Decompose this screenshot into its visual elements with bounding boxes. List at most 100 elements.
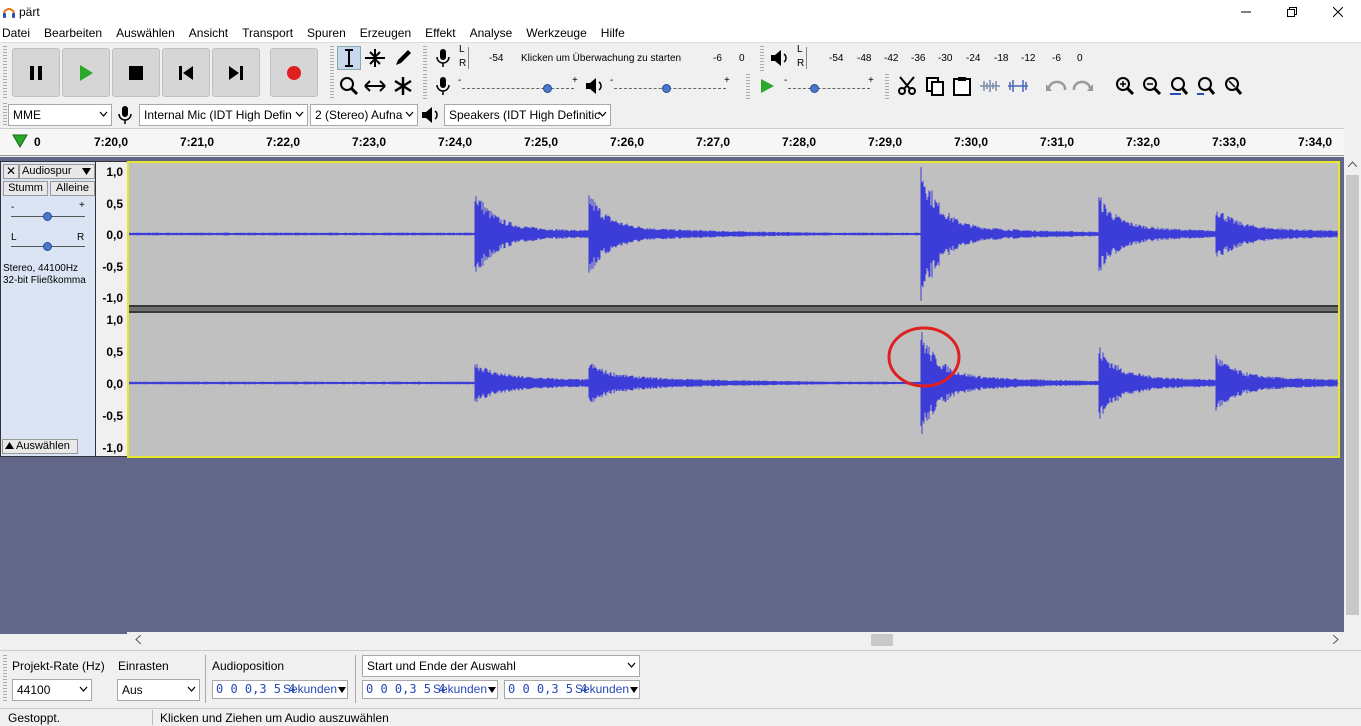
- copy-button[interactable]: [923, 74, 947, 98]
- minimize-button[interactable]: [1223, 0, 1269, 24]
- play-meter-tick: -54: [829, 53, 844, 64]
- menu-spuren[interactable]: Spuren: [305, 24, 353, 42]
- redo-button[interactable]: [1071, 74, 1095, 98]
- scroll-right-icon[interactable]: [1333, 635, 1339, 644]
- record-meter-button[interactable]: [431, 46, 455, 70]
- solo-button[interactable]: Alleine: [50, 181, 95, 196]
- input-channels-value: 2 (Stereo) Aufna: [315, 108, 403, 122]
- chevron-down-icon: [99, 111, 108, 117]
- undo-button[interactable]: [1044, 74, 1068, 98]
- fit-selection-button[interactable]: [1167, 74, 1191, 98]
- scroll-left-icon[interactable]: [135, 635, 141, 644]
- project-rate-select[interactable]: 44100: [12, 679, 92, 701]
- menu-transport[interactable]: Transport: [240, 24, 300, 42]
- horizontal-scrollbar[interactable]: [127, 632, 1344, 648]
- skip-end-button[interactable]: [212, 48, 260, 97]
- selection-end-field[interactable]: 0 0 0,3 5 4 Sekunden: [504, 680, 640, 699]
- dropdown-triangle-icon[interactable]: [630, 687, 638, 693]
- pan-slider[interactable]: L R: [9, 232, 89, 251]
- audio-host-value: MME: [13, 108, 41, 122]
- trim-button[interactable]: [978, 74, 1002, 98]
- zoom-toggle-button[interactable]: [1221, 74, 1245, 98]
- toolbar-grip[interactable]: [760, 46, 764, 72]
- track-close-button[interactable]: ✕: [3, 164, 19, 179]
- toolbar-grip[interactable]: [3, 103, 7, 127]
- dropdown-triangle-icon[interactable]: [488, 687, 496, 693]
- play-meter-tick: -30: [938, 53, 953, 64]
- menu-werkzeuge[interactable]: Werkzeuge: [524, 24, 593, 42]
- selection-mode-select[interactable]: Start und Ende der Auswahl: [362, 655, 640, 677]
- close-button[interactable]: [1315, 0, 1361, 24]
- ruler-tick-label: 7:20,0: [93, 135, 129, 149]
- timeline-ruler[interactable]: 0 7:20,0 7:21,0 7:22,0 7:23,0 7:24,0 7:25,0 7:…: [0, 128, 1344, 156]
- vruler-label: -0,5: [102, 409, 123, 423]
- play-meter-tick: -18: [994, 53, 1009, 64]
- zoom-in-button[interactable]: [1113, 74, 1137, 98]
- horizontal-scroll-thumb[interactable]: [871, 634, 893, 646]
- vertical-scrollbar[interactable]: [1344, 157, 1361, 634]
- multi-tool-button[interactable]: [391, 74, 415, 98]
- play-meter-button[interactable]: [768, 46, 792, 70]
- toolbar-grip[interactable]: [3, 46, 7, 100]
- selection-tool-button[interactable]: [337, 46, 361, 70]
- zoom-fit-icon: [1197, 77, 1216, 95]
- fit-project-button[interactable]: [1194, 74, 1218, 98]
- toolbar-grip[interactable]: [746, 74, 750, 100]
- output-device-select[interactable]: Speakers (IDT High Definitic: [444, 104, 611, 126]
- toolbar-grip[interactable]: [885, 74, 889, 100]
- record-button[interactable]: [270, 48, 318, 97]
- audio-position-field[interactable]: 0 0 0,3 5 4 Sekunden: [212, 680, 348, 699]
- cut-button[interactable]: [895, 74, 919, 98]
- vertical-scroll-thumb[interactable]: [1346, 175, 1359, 615]
- stop-icon: [129, 65, 143, 80]
- menu-ansicht[interactable]: Ansicht: [187, 24, 235, 42]
- input-volume-slider[interactable]: - +: [458, 75, 578, 97]
- waveform-area[interactable]: [127, 161, 1340, 458]
- play-button[interactable]: [62, 48, 110, 97]
- zoom-tool-button[interactable]: [337, 74, 361, 98]
- play-at-speed-button[interactable]: [755, 74, 779, 98]
- track-menu-button[interactable]: Audiospur: [19, 164, 95, 179]
- paste-button[interactable]: [950, 74, 974, 98]
- input-channels-select[interactable]: 2 (Stereo) Aufna: [310, 104, 418, 126]
- scroll-up-icon[interactable]: [1348, 161, 1357, 167]
- audio-host-select[interactable]: MME: [8, 104, 112, 126]
- ruler-tick-label: 7:21,0: [179, 135, 215, 149]
- silence-button[interactable]: [1006, 74, 1030, 98]
- select-track-button[interactable]: Auswählen: [2, 439, 78, 454]
- draw-tool-button[interactable]: [391, 46, 415, 70]
- dropdown-triangle-icon[interactable]: [338, 687, 346, 693]
- play-meter[interactable]: -54 -48 -42 -36 -30 -24 -18 -12 -6 0: [806, 47, 1090, 69]
- pause-button[interactable]: [12, 48, 60, 97]
- toolbar-grip[interactable]: [423, 74, 427, 100]
- menu-effekt[interactable]: Effekt: [423, 24, 462, 42]
- envelope-tool-button[interactable]: [363, 46, 387, 70]
- menu-analyse[interactable]: Analyse: [468, 24, 520, 42]
- input-device-select[interactable]: Internal Mic (IDT High Defin: [139, 104, 308, 126]
- menu-bearbeiten[interactable]: Bearbeiten: [42, 24, 109, 42]
- menu-hilfe[interactable]: Hilfe: [599, 24, 632, 42]
- skip-start-button[interactable]: [162, 48, 210, 97]
- toolbar-grip[interactable]: [3, 655, 7, 703]
- snap-select[interactable]: Aus: [117, 679, 200, 701]
- menu-auswaehlen[interactable]: Auswählen: [114, 24, 182, 42]
- menu-datei[interactable]: Datei: [0, 24, 37, 42]
- menu-erzeugen[interactable]: Erzeugen: [358, 24, 418, 42]
- zoom-out-button[interactable]: [1140, 74, 1164, 98]
- record-meter[interactable]: -54 Klicken um Überwachung zu starten -6…: [468, 47, 752, 69]
- gain-slider[interactable]: - +: [9, 200, 89, 221]
- vertical-ruler[interactable]: 1,0 0,5 0,0 -0,5 -1,0 1,0 0,5 0,0 -0,5 -1,0: [96, 161, 127, 457]
- magnifier-icon: [340, 77, 359, 96]
- stop-button[interactable]: [112, 48, 160, 97]
- mute-button[interactable]: Stumm: [3, 181, 48, 196]
- toolbar-grip[interactable]: [423, 46, 427, 72]
- toolbar-grip[interactable]: [330, 46, 334, 100]
- output-volume-slider[interactable]: - +: [610, 75, 730, 97]
- maximize-button[interactable]: [1269, 0, 1315, 24]
- status-hint: Klicken und Ziehen um Audio auszuwählen: [160, 711, 389, 725]
- skip-start-icon: [179, 65, 193, 80]
- selection-start-field[interactable]: 0 0 0,3 5 4 Sekunden: [362, 680, 498, 699]
- time-shift-tool-button[interactable]: [363, 74, 387, 98]
- zoom-selection-icon: [1170, 77, 1189, 95]
- play-speed-slider[interactable]: - +: [784, 75, 874, 97]
